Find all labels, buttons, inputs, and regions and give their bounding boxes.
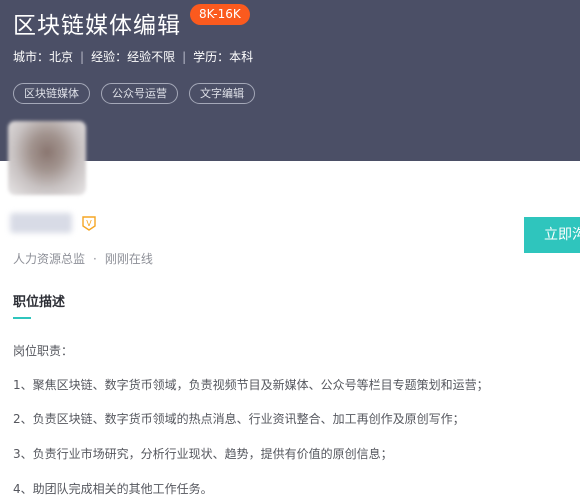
description-intro: 岗位职责： [13,344,74,358]
city-value: 北京 [49,50,74,64]
experience-value: 经验不限 [127,50,176,64]
experience-label: 经验： [91,50,128,64]
salary-badge: 8K-16K [190,4,250,25]
section-title: 职位描述 [13,295,66,310]
job-header: 区块链媒体编辑 8K-16K 城市：北京 | 经验：经验不限 | 学历：本科 区块链媒体… [0,0,580,161]
job-tags: 区块链媒体 公众号运营 文字编辑 [13,82,266,104]
verified-badge-letter: V [86,219,92,228]
recruiter-info: 人力资源总监 · 刚刚在线 [13,250,153,267]
education-value: 本科 [229,50,254,64]
chat-now-button[interactable]: 立即沟通 [524,217,580,253]
info-dot: · [93,252,97,266]
job-title: 区块链媒体编辑 [13,13,181,39]
description-item: 4、助团队完成相关的其他工作任务。 [13,482,213,496]
recruiter-title: 人力资源总监 [13,252,86,266]
education-label: 学历： [193,50,230,64]
job-tag[interactable]: 文字编辑 [189,83,255,104]
description-item: 3、负责行业市场研究，分析行业现状、趋势，提供有价值的原创信息； [13,447,393,461]
section-underline [13,317,31,319]
description-item: 2、负责区块链、数字货币领域的热点消息、行业资讯整合、加工再创作及原创写作； [13,412,465,426]
city-label: 城市： [13,50,50,64]
verified-badge-icon: V [82,216,96,231]
recruiter-avatar[interactable] [8,121,86,195]
meta-divider: | [80,50,85,64]
recruiter-status: 刚刚在线 [104,252,153,266]
description-item: 1、聚焦区块链、数字货币领域，负责视频节目及新媒体、公众号等栏目专题策划和运营； [13,378,489,392]
recruiter-name-blurred [10,213,72,233]
meta-divider: | [182,50,187,64]
job-tag[interactable]: 区块链媒体 [13,83,90,104]
job-meta: 城市：北京 | 经验：经验不限 | 学历：本科 [13,48,253,65]
job-tag[interactable]: 公众号运营 [101,83,178,104]
